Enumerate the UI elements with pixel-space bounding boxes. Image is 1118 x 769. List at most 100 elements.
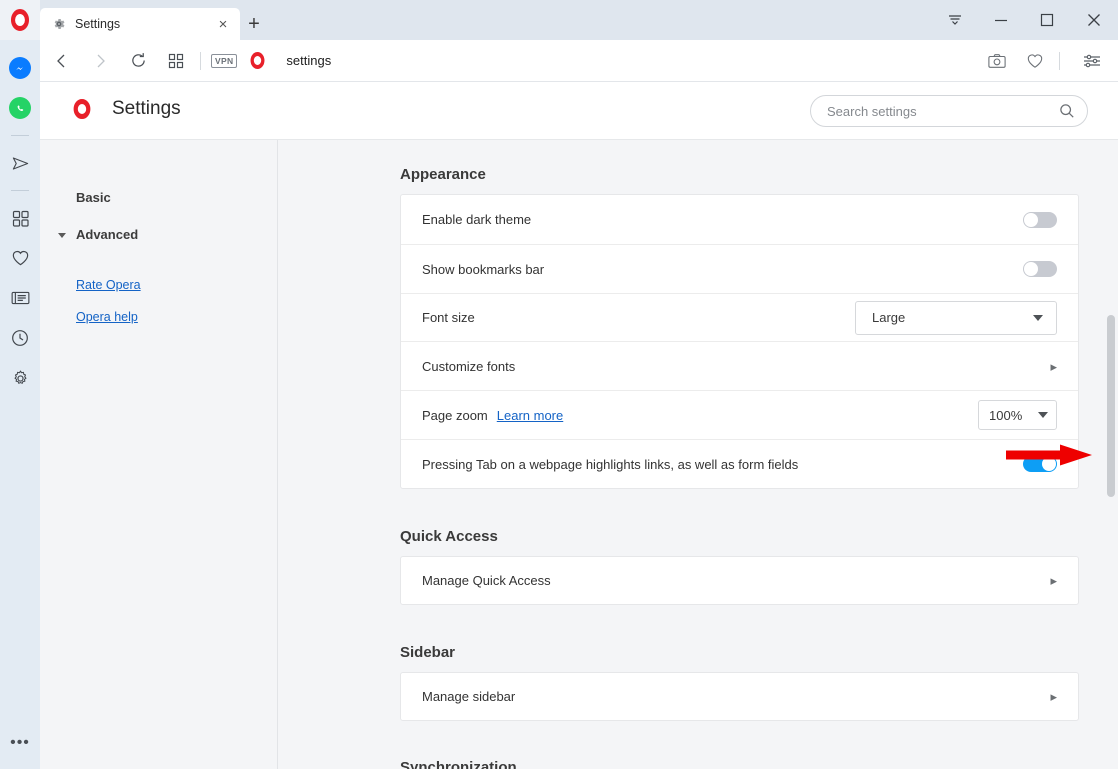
close-button[interactable] — [1070, 0, 1118, 40]
page-zoom-value: 100% — [989, 407, 1023, 423]
font-size-select[interactable]: Large — [855, 300, 1057, 335]
quick-access-card: Manage Quick Access ▸ — [400, 556, 1079, 605]
row-manage-quick-access[interactable]: Manage Quick Access ▸ — [401, 557, 1078, 604]
section-title-synchronization: Synchronization — [400, 759, 517, 769]
sidebar-more-button[interactable]: ••• — [0, 735, 40, 751]
chevron-down-icon — [1038, 412, 1048, 418]
row-font-size[interactable]: Font size Large — [401, 293, 1078, 341]
annotation-arrow-icon — [1006, 444, 1092, 466]
window-controls — [932, 0, 1118, 40]
address-bar-actions — [975, 45, 1118, 77]
sidebar-item-advanced[interactable]: Advanced — [40, 221, 277, 248]
row-label: Customize fonts — [422, 358, 516, 374]
whatsapp-icon — [9, 97, 31, 119]
row-enable-dark-theme[interactable]: Enable dark theme — [401, 195, 1078, 244]
gear-icon — [14, 370, 26, 384]
app-sidebar: ••• — [0, 40, 40, 769]
heart-icon[interactable] — [1019, 45, 1051, 77]
page-title: Settings — [112, 98, 181, 119]
tab-close-icon[interactable]: × — [214, 15, 232, 33]
sidebar-item-settings[interactable] — [0, 358, 40, 398]
sidebar-item-messenger[interactable] — [0, 48, 40, 88]
appearance-card: Enable dark theme Show bookmarks bar Fon… — [400, 194, 1079, 489]
row-page-zoom[interactable]: Page zoom Learn more 100% — [401, 390, 1078, 439]
clock-icon — [12, 330, 28, 346]
opera-help-link[interactable]: Opera help — [40, 304, 277, 330]
site-opera-logo-icon — [250, 52, 265, 69]
row-label: Pressing Tab on a webpage highlights lin… — [422, 456, 799, 472]
sidebar-divider — [11, 135, 29, 136]
news-icon — [11, 291, 29, 305]
messenger-icon — [9, 57, 31, 79]
settings-content: Appearance Enable dark theme Show bookma… — [279, 140, 1118, 769]
gear-icon — [54, 19, 65, 29]
telegram-send-icon — [12, 156, 28, 170]
sidebar-divider-2 — [11, 190, 29, 191]
camera-icon[interactable] — [981, 45, 1013, 77]
sidebar-item-history[interactable] — [0, 318, 40, 358]
row-label: Page zoom — [422, 407, 488, 423]
row-show-bookmarks-bar[interactable]: Show bookmarks bar — [401, 244, 1078, 293]
speed-dial-icon[interactable] — [160, 45, 192, 77]
row-tab-highlights-links[interactable]: Pressing Tab on a webpage highlights lin… — [401, 439, 1078, 488]
opera-logo-icon — [10, 9, 30, 31]
address-bar: VPN settings — [40, 40, 1118, 82]
section-title-appearance: Appearance — [400, 166, 486, 183]
easy-setup-icon[interactable] — [1076, 45, 1108, 77]
sidebar-item-basic[interactable]: Basic — [40, 184, 277, 211]
chevron-right-icon: ▸ — [1050, 358, 1057, 374]
new-tab-button[interactable]: + — [242, 12, 266, 36]
section-title-sidebar: Sidebar — [400, 644, 456, 661]
brand: Settings — [72, 98, 181, 120]
vpn-badge[interactable]: VPN — [211, 53, 238, 68]
row-label: Show bookmarks bar — [422, 261, 545, 277]
page-zoom-select[interactable]: 100% — [978, 400, 1057, 430]
scrollbar-thumb[interactable] — [1107, 315, 1115, 497]
page-zoom-learn-more-link[interactable]: Learn more — [497, 408, 563, 423]
tab-title: Settings — [75, 17, 121, 31]
sidebar-card: Manage sidebar ▸ — [400, 672, 1079, 721]
workspaces-tiles-icon — [12, 210, 29, 227]
row-label: Manage Quick Access — [422, 573, 551, 588]
dark-theme-toggle[interactable] — [1023, 211, 1057, 228]
settings-page: Settings Basic Advanced Rate Opera O — [40, 82, 1118, 769]
sidebar-item-telegram[interactable] — [0, 143, 40, 183]
toolbar-divider — [200, 51, 201, 70]
search-icon — [1060, 104, 1074, 118]
toolbar-divider-2 — [1059, 51, 1060, 70]
row-customize-fonts[interactable]: Customize fonts ▸ — [401, 341, 1078, 390]
address-url-text[interactable]: settings — [286, 53, 331, 68]
search-settings-box[interactable] — [810, 95, 1088, 127]
font-size-value: Large — [872, 310, 906, 325]
sidebar-item-whatsapp[interactable] — [0, 88, 40, 128]
row-manage-sidebar[interactable]: Manage sidebar ▸ — [401, 673, 1078, 720]
section-title-quick-access: Quick Access — [400, 528, 498, 545]
sidebar-item-label: Advanced — [76, 227, 139, 242]
heart-icon — [12, 250, 28, 266]
forward-icon — [84, 45, 116, 77]
minimize-button[interactable] — [978, 0, 1024, 40]
search-input[interactable] — [827, 103, 1059, 119]
back-icon[interactable] — [46, 45, 78, 77]
opera-browser-window: Settings × + VPN settings ••• Settings S… — [0, 0, 1118, 769]
title-bar: Settings × + — [0, 0, 1118, 40]
row-label: Font size — [422, 310, 475, 325]
sidebar-item-workspaces[interactable] — [0, 198, 40, 238]
chevron-right-icon: ▸ — [1050, 689, 1057, 704]
sidebar-item-favorites[interactable] — [0, 238, 40, 278]
reload-icon[interactable] — [122, 45, 154, 77]
rate-opera-link[interactable]: Rate Opera — [40, 272, 277, 298]
bookmarks-bar-toggle[interactable] — [1023, 261, 1057, 277]
chevron-down-icon — [58, 233, 66, 238]
opera-menu-button[interactable] — [0, 0, 40, 40]
content-scrollbar[interactable] — [1104, 140, 1118, 769]
chevron-down-icon — [1033, 314, 1043, 321]
settings-page-header: Settings — [40, 82, 1118, 140]
browser-tab-settings[interactable]: Settings × — [40, 8, 240, 40]
settings-nav: Basic Advanced Rate Opera Opera help — [40, 140, 278, 769]
row-label: Manage sidebar — [422, 689, 516, 704]
tab-menu-chevron-down-icon[interactable] — [932, 0, 978, 40]
sidebar-item-news[interactable] — [0, 278, 40, 318]
row-label: Enable dark theme — [422, 212, 532, 227]
maximize-button[interactable] — [1024, 0, 1070, 40]
